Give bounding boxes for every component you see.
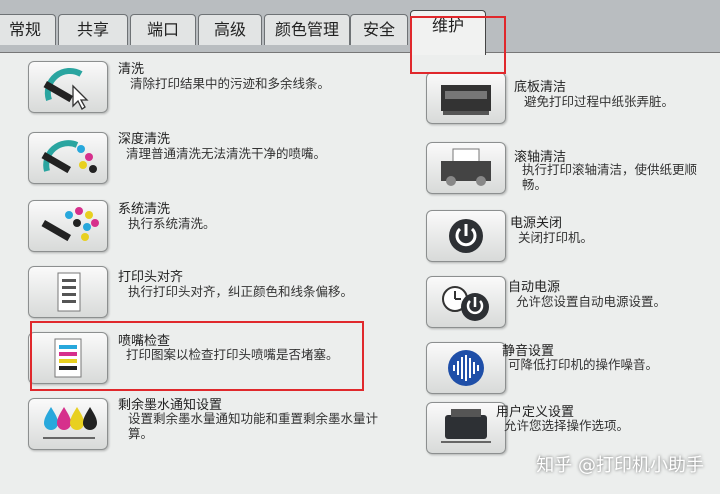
custom-printer-icon	[441, 409, 491, 443]
ink-notification-desc: 设置剩余墨水量通知功能和重置剩余墨水量计算。	[128, 411, 379, 441]
tab-bar: 常规 共享 端口 高级 颜色管理 安全 维护	[0, 0, 720, 55]
tab-general[interactable]: 常规	[0, 14, 56, 45]
tab-advanced[interactable]: 高级	[198, 14, 262, 45]
custom-settings-button[interactable]	[426, 402, 506, 454]
deep-cleaning-button[interactable]	[28, 132, 108, 184]
print-head-alignment-button[interactable]	[28, 266, 108, 318]
system-cleaning-title[interactable]: 系统清洗	[118, 198, 170, 217]
roller-cleaning-desc: 执行打印滚轴清洁，使供纸更顺畅。	[522, 162, 698, 192]
bottom-plate-cleaning-title[interactable]: 底板清洁	[514, 76, 566, 95]
quiet-setting-desc: 可降低打印机的操作噪音。	[508, 357, 659, 372]
system-cleaning-icon	[41, 207, 99, 242]
tab-color-management[interactable]: 颜色管理	[264, 14, 350, 45]
roller-cleaning-button[interactable]	[426, 142, 506, 194]
alignment-page-icon	[57, 272, 81, 312]
tab-sharing[interactable]: 共享	[58, 14, 128, 45]
system-cleaning-desc: 执行系统清洗。	[128, 216, 216, 231]
power-off-title[interactable]: 电源关闭	[510, 212, 562, 231]
print-head-alignment-title[interactable]: 打印头对齐	[118, 266, 183, 285]
watermark: 知乎 @打印机小助手	[536, 455, 704, 476]
power-off-desc: 关闭打印机。	[518, 230, 594, 245]
tab-security[interactable]: 安全	[350, 14, 408, 45]
ink-drops-icon	[43, 407, 97, 439]
roller-printer-icon	[441, 148, 491, 186]
bottom-plate-cleaning-desc: 避免打印过程中纸张弄脏。	[524, 94, 675, 109]
nozzle-check-desc: 打印图案以检查打印头喷嘴是否堵塞。	[126, 347, 339, 362]
power-off-button[interactable]	[426, 210, 506, 262]
ink-notification-button[interactable]	[28, 398, 108, 450]
cleaning-icon	[43, 67, 89, 110]
auto-power-title[interactable]: 自动电源	[508, 276, 560, 295]
deep-cleaning-title[interactable]: 深度清洗	[118, 128, 170, 147]
deep-cleaning-icon	[41, 140, 97, 174]
auto-power-clock-icon	[442, 286, 489, 321]
cleaning-button[interactable]	[28, 61, 108, 113]
tab-maintenance[interactable]: 维护	[410, 10, 486, 55]
print-head-alignment-desc: 执行打印头对齐，纠正颜色和线条偏移。	[128, 284, 354, 299]
cleaning-desc: 清除打印结果中的污迹和多余线条。	[130, 76, 331, 91]
auto-power-button[interactable]	[426, 276, 506, 328]
bottom-plate-cleaning-button[interactable]	[426, 72, 506, 124]
quiet-setting-button[interactable]	[426, 342, 506, 394]
nozzle-check-icon	[54, 338, 82, 378]
sound-wave-icon	[448, 350, 484, 386]
auto-power-desc: 允许您设置自动电源设置。	[516, 294, 667, 309]
printer-plate-icon	[441, 85, 491, 115]
deep-cleaning-desc: 清理普通清洗无法清洗干净的喷嘴。	[126, 146, 327, 161]
cleaning-title[interactable]: 清洗	[118, 58, 144, 77]
system-cleaning-button[interactable]	[28, 200, 108, 252]
custom-settings-desc: 允许您选择操作选项。	[504, 418, 630, 433]
power-icon	[449, 219, 483, 253]
tab-ports[interactable]: 端口	[130, 14, 196, 45]
nozzle-check-button[interactable]	[28, 332, 108, 384]
